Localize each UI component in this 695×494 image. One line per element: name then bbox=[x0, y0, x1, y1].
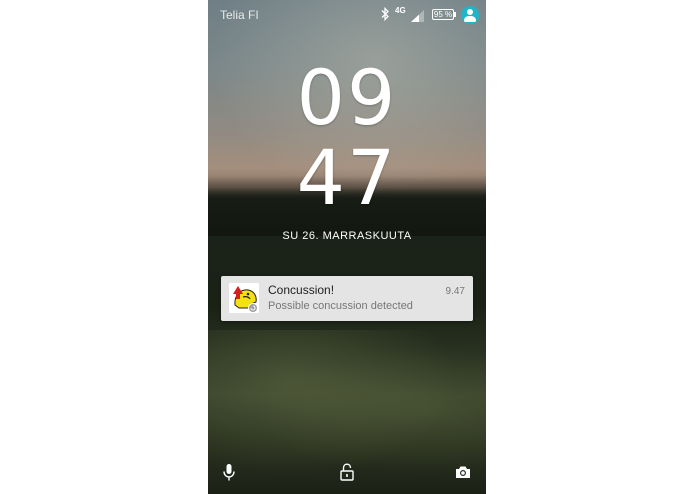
microphone-icon[interactable] bbox=[220, 462, 238, 482]
account-icon[interactable] bbox=[461, 6, 479, 24]
clock-hours: 09 bbox=[296, 53, 398, 142]
notification-card[interactable]: Concussion! 9.47 Possible concussion det… bbox=[221, 276, 473, 321]
notification-title: Concussion! bbox=[268, 283, 335, 297]
clock: 09 47 bbox=[208, 58, 486, 218]
lockscreen: Telia FI 4G 95 % 09 47 SU 26. MARRASKUUT… bbox=[208, 0, 486, 494]
battery-tip bbox=[454, 12, 456, 17]
unlock-icon[interactable] bbox=[338, 462, 356, 482]
carrier-label: Telia FI bbox=[220, 8, 259, 22]
notification-time: 9.47 bbox=[445, 286, 465, 297]
helmet-icon bbox=[229, 283, 259, 313]
date-label: SU 26. MARRASKUUTA bbox=[282, 230, 412, 242]
notification-text: Possible concussion detected bbox=[268, 300, 413, 312]
battery-level: 95 % bbox=[433, 10, 453, 19]
clock-minutes: 47 bbox=[296, 133, 398, 222]
network-type-label: 4G bbox=[395, 6, 406, 15]
camera-icon[interactable] bbox=[454, 462, 472, 482]
status-bar: Telia FI 4G 95 % bbox=[208, 0, 486, 30]
battery-icon: 95 % bbox=[432, 9, 454, 20]
bluetooth-icon bbox=[381, 7, 389, 21]
signal-icon bbox=[411, 10, 424, 22]
concussion-app-icon bbox=[229, 283, 259, 313]
